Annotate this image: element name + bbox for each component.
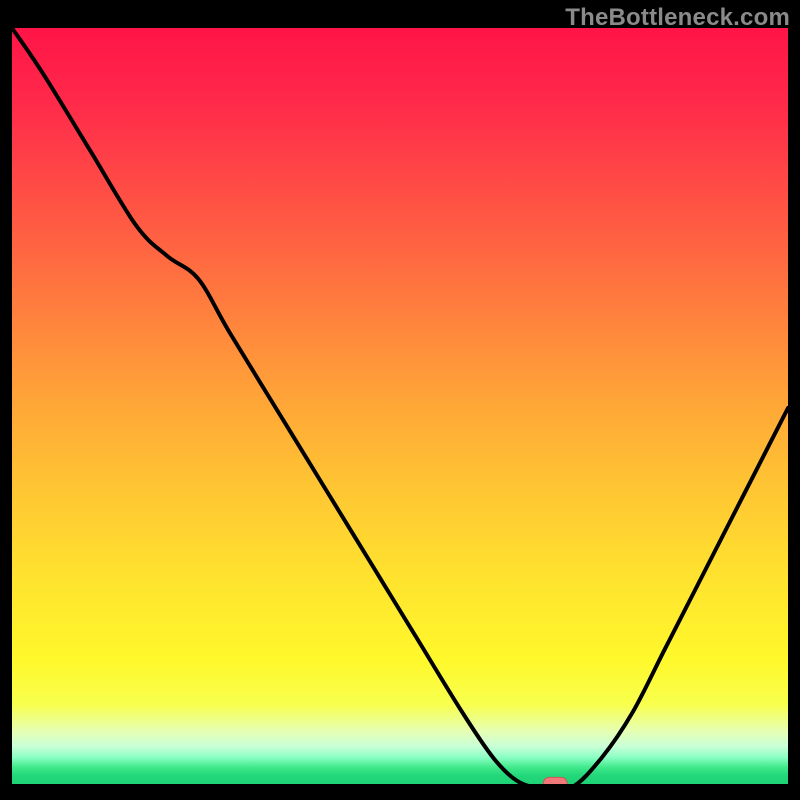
markers-layer — [12, 28, 788, 788]
watermark-text: TheBottleneck.com — [565, 4, 790, 32]
x-axis-baseline — [12, 784, 788, 788]
plot-area — [12, 28, 788, 788]
chart-frame: TheBottleneck.com — [0, 0, 800, 800]
